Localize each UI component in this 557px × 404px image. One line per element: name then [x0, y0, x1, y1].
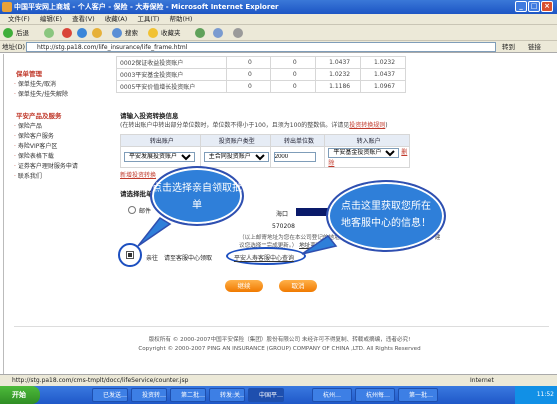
status-url: http://stg.pa18.com/cms-tmplt/docc/lifeS…: [12, 377, 189, 384]
star-icon: [148, 28, 158, 38]
transfer-table-wrapper: 转出账户 投资账户类型 转出单位数 转入账户 平安发展投资账户 主合同投资账户 …: [120, 134, 410, 168]
menu-file[interactable]: 文件(F): [8, 15, 30, 23]
go-button[interactable]: 转到: [502, 41, 515, 53]
callout-right-pointer: [301, 234, 338, 255]
transfer-out-select[interactable]: 平安发展投资账户: [124, 152, 195, 162]
history-button[interactable]: [195, 27, 208, 39]
table-row: 0003平安基金投资账户 0 0 1.0232 1.0437: [116, 68, 406, 81]
taskbar-item[interactable]: 已发送…: [92, 388, 128, 402]
mail-icon: [213, 28, 223, 38]
print-button[interactable]: [233, 27, 246, 39]
transfer-units-input[interactable]: [273, 152, 316, 162]
home-icon: [92, 28, 102, 38]
sidebar-item-contact[interactable]: 联系我们: [14, 171, 42, 180]
sidebar-item-customer-service[interactable]: 保险客户服务: [14, 131, 54, 140]
footer-copyright-en: Copyright © 2000-2007 PING AN INSURANCE …: [138, 346, 421, 352]
web-page: 保单管理 保单挂失/取消 保单挂失/挂失解除 平安产品及服务 保险产品 保险客户…: [3, 54, 554, 374]
menu-bar: 文件(F) 编辑(E) 查看(V) 收藏(A) 工具(T) 帮助(H): [0, 14, 557, 25]
stop-icon: [62, 28, 72, 38]
cancel-button[interactable]: 取消: [279, 280, 317, 292]
self-pickup-radio[interactable]: [126, 251, 134, 259]
status-bar: http://stg.pa18.com/cms-tmplt/docc/lifeS…: [0, 374, 557, 386]
account-table-wrapper: 0002保证收益投资账户 0 0 1.0437 1.0232 0003平安基金投…: [116, 56, 406, 93]
self-pickup-label: 亲往: [146, 255, 159, 262]
account-table: 0002保证收益投资账户 0 0 1.0437 1.0232 0003平安基金投…: [116, 56, 406, 93]
taskbar-item[interactable]: 第二批…: [170, 388, 206, 402]
stop-button[interactable]: [62, 27, 75, 39]
menu-view[interactable]: 查看(V): [72, 15, 95, 23]
transfer-title: 请输入投资转换信息: [120, 112, 179, 120]
forward-arrow-icon: [44, 28, 54, 38]
mail-button[interactable]: [213, 27, 226, 39]
menu-favorites[interactable]: 收藏(A): [105, 15, 128, 23]
sidebar-section-products: 平安产品及服务: [16, 112, 62, 120]
taskbar-item-active[interactable]: 中国平…: [248, 388, 284, 402]
forward-button[interactable]: [44, 27, 57, 39]
mail-radio[interactable]: [128, 206, 136, 214]
table-row: 平安发展投资账户 主合同投资账户 平安基金投资账户 删除: [120, 146, 410, 168]
sidebar-item-securities[interactable]: 证券客户理财服务申请: [14, 161, 78, 170]
search-icon: [112, 28, 122, 38]
footer-copyright-cn: 版权所有 © 2000-2007中国平安保险（集团）股份有限公司 未经许可不得复…: [148, 337, 411, 343]
ie-icon: [2, 2, 12, 12]
taskbar-item[interactable]: 杭州…: [312, 388, 352, 402]
history-icon: [195, 28, 205, 38]
back-button[interactable]: 后退: [3, 27, 29, 39]
transfer-table: 转出账户 投资账户类型 转出单位数 转入账户 平安发展投资账户 主合同投资账户 …: [120, 134, 410, 168]
callout-left-pointer: [137, 217, 172, 247]
sidebar-item-forms[interactable]: 保险表格下载: [14, 151, 54, 160]
taskbar-item[interactable]: 杭州每…: [355, 388, 395, 402]
table-header-row: 转出账户 投资账户类型 转出单位数 转入账户: [120, 134, 410, 147]
transfer-note: (在转出账户中转出部分单位数时，单位数不得小于100，且须为100的整数倍。详请…: [120, 122, 388, 129]
sidebar-item-insurance-products[interactable]: 保险产品: [14, 121, 42, 130]
method-title: 请选择批单: [120, 190, 153, 198]
window-title-bar: 中国平安网上商城 - 个人客户 - 保险 - 大寿保险 - Microsoft …: [0, 0, 557, 14]
maximize-button[interactable]: □: [528, 1, 540, 12]
address-line: 海口: [276, 211, 289, 218]
callout-service-center-info: 点击这里获取您所在地客服中心的信息！: [326, 180, 446, 252]
transfer-in-select[interactable]: 平安基金投资账户: [328, 148, 400, 158]
table-row: 0005平安价值增长投资账户 0 0 1.1186 1.0967: [116, 80, 406, 93]
sidebar-section-policy: 保单管理: [16, 70, 42, 78]
sidebar-item-policy-loss[interactable]: 保单挂失/取消: [14, 79, 56, 88]
taskbar-item[interactable]: 投资转…: [131, 388, 167, 402]
search-button[interactable]: 搜索: [112, 27, 138, 39]
sidebar-item-policy-loss-lift[interactable]: 保单挂失/挂失解除: [14, 89, 68, 98]
clock: 11:52: [536, 391, 554, 398]
sidebar: 保单管理 保单挂失/取消 保单挂失/挂失解除 平安产品及服务 保险产品 保险客户…: [4, 54, 104, 234]
address-bar: 地址(D) http://stg.pa18.com/life_insurance…: [0, 41, 557, 53]
address-input[interactable]: http://stg.pa18.com/life_insurance/life_…: [26, 42, 496, 52]
continue-button[interactable]: 继续: [225, 280, 263, 292]
favorites-button[interactable]: 收藏夹: [148, 27, 181, 39]
taskbar-item[interactable]: 转发:关…: [209, 388, 245, 402]
print-icon: [233, 28, 243, 38]
zip-code: 570208: [272, 223, 295, 230]
toolbar: 后退 搜索 收藏夹: [0, 25, 557, 41]
taskbar-item[interactable]: 第一批…: [398, 388, 438, 402]
menu-tools[interactable]: 工具(T): [137, 15, 159, 23]
transfer-rules-link[interactable]: 投资转换规则: [349, 122, 385, 129]
address-label: 地址(D): [2, 43, 26, 51]
refresh-icon: [77, 28, 87, 38]
close-button[interactable]: ×: [541, 1, 553, 12]
taskbar: 开始 已发送… 投资转… 第二批… 转发:关… 中国平… 杭州… 杭州每… 第一…: [0, 386, 557, 404]
refresh-button[interactable]: [77, 27, 90, 39]
start-button[interactable]: 开始: [0, 386, 40, 404]
menu-edit[interactable]: 编辑(E): [40, 15, 62, 23]
system-tray: 11:52: [515, 386, 557, 404]
sidebar-item-vip[interactable]: 寿险VIP客户区: [14, 141, 58, 150]
links-button[interactable]: 链接: [528, 41, 541, 53]
footer-divider: [14, 326, 549, 327]
menu-help[interactable]: 帮助(H): [170, 15, 193, 23]
minimize-button[interactable]: _: [515, 1, 527, 12]
account-type-select[interactable]: 主合同投资账户: [203, 152, 269, 162]
back-arrow-icon: [3, 28, 13, 38]
add-transfer-link[interactable]: 新增投资转换: [120, 170, 156, 179]
table-row: 0002保证收益投资账户 0 0 1.0437 1.0232: [116, 56, 406, 69]
self-pickup-text: 请至客服中心领取: [164, 255, 213, 262]
window-title: 中国平安网上商城 - 个人客户 - 保险 - 大寿保险 - Microsoft …: [14, 3, 279, 11]
home-button[interactable]: [92, 27, 105, 39]
service-center-link[interactable]: 平安人寿客服中心查询: [234, 253, 294, 262]
